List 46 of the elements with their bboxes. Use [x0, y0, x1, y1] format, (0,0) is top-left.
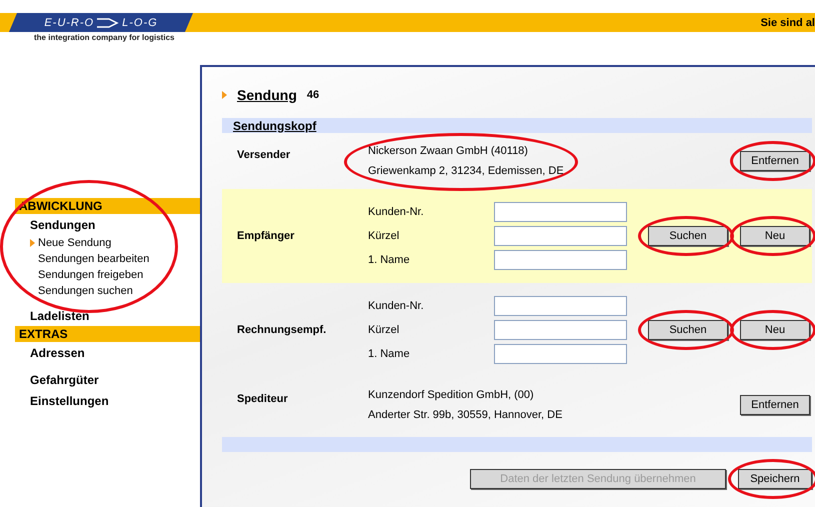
- new-button[interactable]: Neu: [740, 320, 810, 340]
- logo-text: L-O-G: [122, 16, 158, 28]
- address-line: Griewenkamp 2, 31234, Edemissen, DE: [368, 165, 564, 177]
- address-line: Anderter Str. 99b, 30559, Hannover, DE: [368, 409, 562, 421]
- party-label: Versender: [237, 149, 292, 161]
- sidebar-item[interactable]: Sendungen: [30, 214, 96, 235]
- field-label: Kürzel: [368, 230, 400, 242]
- sidebar-subitem[interactable]: Sendungen freigeben: [30, 267, 144, 283]
- sidebar-item[interactable]: Gefahrgüter: [30, 369, 99, 390]
- sidebar-item[interactable]: Adressen: [30, 342, 85, 363]
- sidebar-item[interactable]: Ladelisten: [30, 305, 90, 326]
- arrow-icon: [30, 239, 35, 247]
- sidebar-subitem[interactable]: Sendungen bearbeiten: [30, 251, 150, 267]
- field-label: Kunden-Nr.: [368, 206, 425, 218]
- search-button[interactable]: Suchen: [648, 320, 728, 340]
- sidebar-subitem[interactable]: Neue Sendung: [30, 235, 112, 251]
- search-button[interactable]: Suchen: [648, 226, 728, 246]
- shipment-number: 46: [306, 89, 320, 101]
- field-label: Kürzel: [368, 324, 400, 336]
- save-button[interactable]: Speichern: [738, 469, 812, 489]
- page-title: Sendung: [237, 87, 297, 103]
- field-label: 1. Name: [368, 348, 411, 360]
- field-label: 1. Name: [368, 254, 411, 266]
- section-title: Sendungskopf: [233, 118, 316, 132]
- party-label: Spediteur: [237, 393, 289, 405]
- party-label: Rechnungsempf.: [237, 324, 328, 336]
- field-label: Kunden-Nr.: [368, 300, 425, 312]
- input-field[interactable]: [494, 344, 627, 364]
- sidebar-section-header: EXTRAS: [15, 326, 200, 342]
- sidebar-subitem[interactable]: Sendungen suchen: [30, 283, 133, 299]
- arrow-icon: [222, 91, 227, 99]
- sidebar-item[interactable]: Einstellungen: [30, 390, 109, 411]
- remove-button[interactable]: Entfernen: [740, 151, 810, 171]
- input-field[interactable]: [494, 202, 627, 222]
- input-field[interactable]: [494, 320, 627, 340]
- tagline: the integration company for logistics: [34, 33, 174, 42]
- user-status-text: Sie sind al: [760, 16, 815, 28]
- remove-button[interactable]: Entfernen: [740, 395, 810, 415]
- input-field[interactable]: [494, 250, 627, 270]
- address-line: Nickerson Zwaan GmbH (40118): [368, 145, 529, 157]
- party-label: Empfänger: [237, 230, 296, 242]
- new-button[interactable]: Neu: [740, 226, 810, 246]
- input-field[interactable]: [494, 226, 627, 246]
- address-line: Kunzendorf Spedition GmbH, (00): [368, 389, 535, 401]
- logo-text: E-U-R-O: [44, 16, 94, 28]
- input-field[interactable]: [494, 296, 627, 316]
